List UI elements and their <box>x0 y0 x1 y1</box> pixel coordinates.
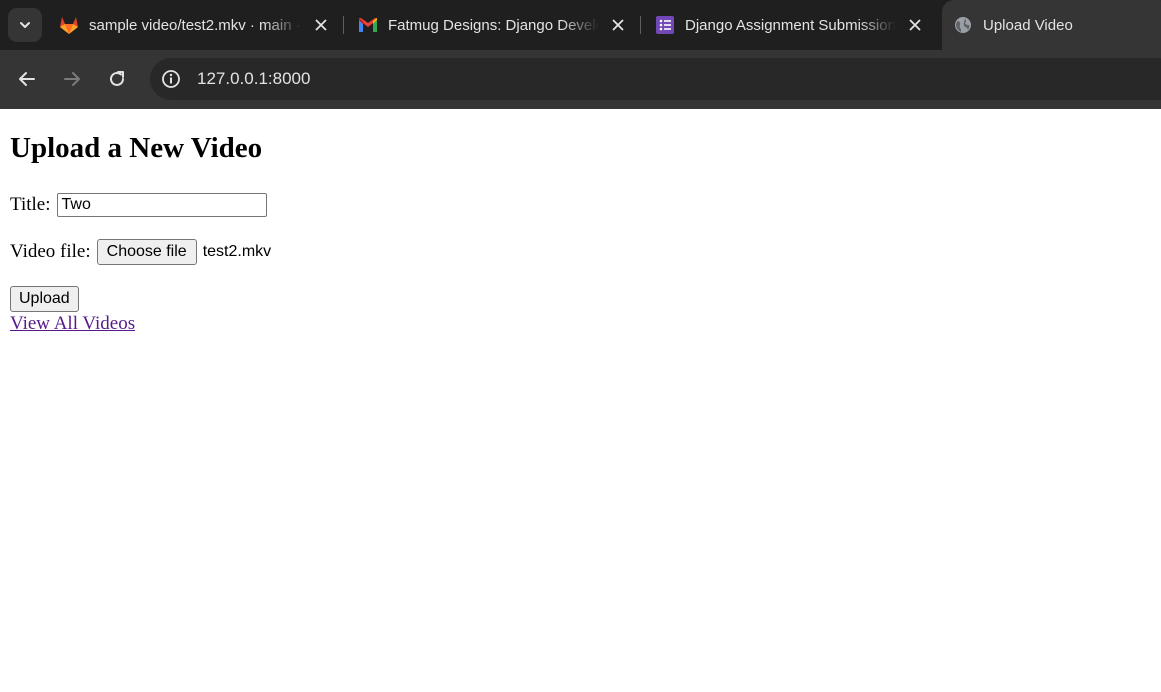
tab-gitlab[interactable]: sample video/test2.mkv · main · <box>58 8 334 42</box>
arrow-left-icon <box>19 72 35 86</box>
tab-title: Upload Video <box>983 16 1073 34</box>
tab-separator <box>343 16 344 34</box>
gitlab-icon <box>58 14 80 36</box>
back-button[interactable] <box>12 64 42 94</box>
tab-search-button[interactable] <box>8 8 42 42</box>
title-input[interactable]: Two <box>56 193 267 217</box>
selected-file-name: test2.mkv <box>202 243 272 260</box>
address-bar[interactable]: 127.0.0.1:8000 <box>150 58 1161 100</box>
page-content: Upload a New Video Title: Two Video file… <box>0 109 1161 692</box>
tab-title: Fatmug Designs: Django Develo <box>388 16 599 34</box>
page-title: Upload a New Video <box>10 132 263 164</box>
forward-button[interactable] <box>57 64 87 94</box>
title-label: Title: <box>10 194 51 215</box>
tab-google-forms[interactable]: Django Assignment Submission <box>654 8 928 42</box>
tab-title: Django Assignment Submission <box>685 16 896 34</box>
url-text: 127.0.0.1:8000 <box>197 69 311 88</box>
arrow-right-icon <box>64 72 80 86</box>
gmail-icon <box>357 14 379 36</box>
google-forms-icon <box>654 14 676 36</box>
video-file-label: Video file: <box>10 241 91 262</box>
tab-separator <box>640 16 641 34</box>
chevron-down-icon <box>20 22 30 28</box>
browser-toolbar: 127.0.0.1:8000 <box>0 50 1161 109</box>
tab-upload-video[interactable]: Upload Video <box>942 0 1161 50</box>
upload-button[interactable]: Upload <box>10 286 79 312</box>
close-icon[interactable] <box>902 12 928 38</box>
tab-gmail[interactable]: Fatmug Designs: Django Develo <box>357 8 631 42</box>
upload-row: Upload <box>10 286 79 312</box>
browser-tab-strip: sample video/test2.mkv · main · Fatmug D… <box>0 0 1161 50</box>
info-icon[interactable] <box>160 68 182 90</box>
close-icon[interactable] <box>308 12 334 38</box>
globe-icon <box>952 14 974 36</box>
title-row: Title: Two <box>10 193 267 217</box>
reload-icon <box>110 71 124 86</box>
video-file-row: Video file: Choose file test2.mkv <box>10 239 271 265</box>
view-all-videos-link[interactable]: View All Videos <box>10 313 135 335</box>
tab-title: sample video/test2.mkv · main · <box>89 16 301 34</box>
reload-button[interactable] <box>102 64 132 94</box>
choose-file-button[interactable]: Choose file <box>96 239 197 265</box>
close-icon[interactable] <box>605 12 631 38</box>
